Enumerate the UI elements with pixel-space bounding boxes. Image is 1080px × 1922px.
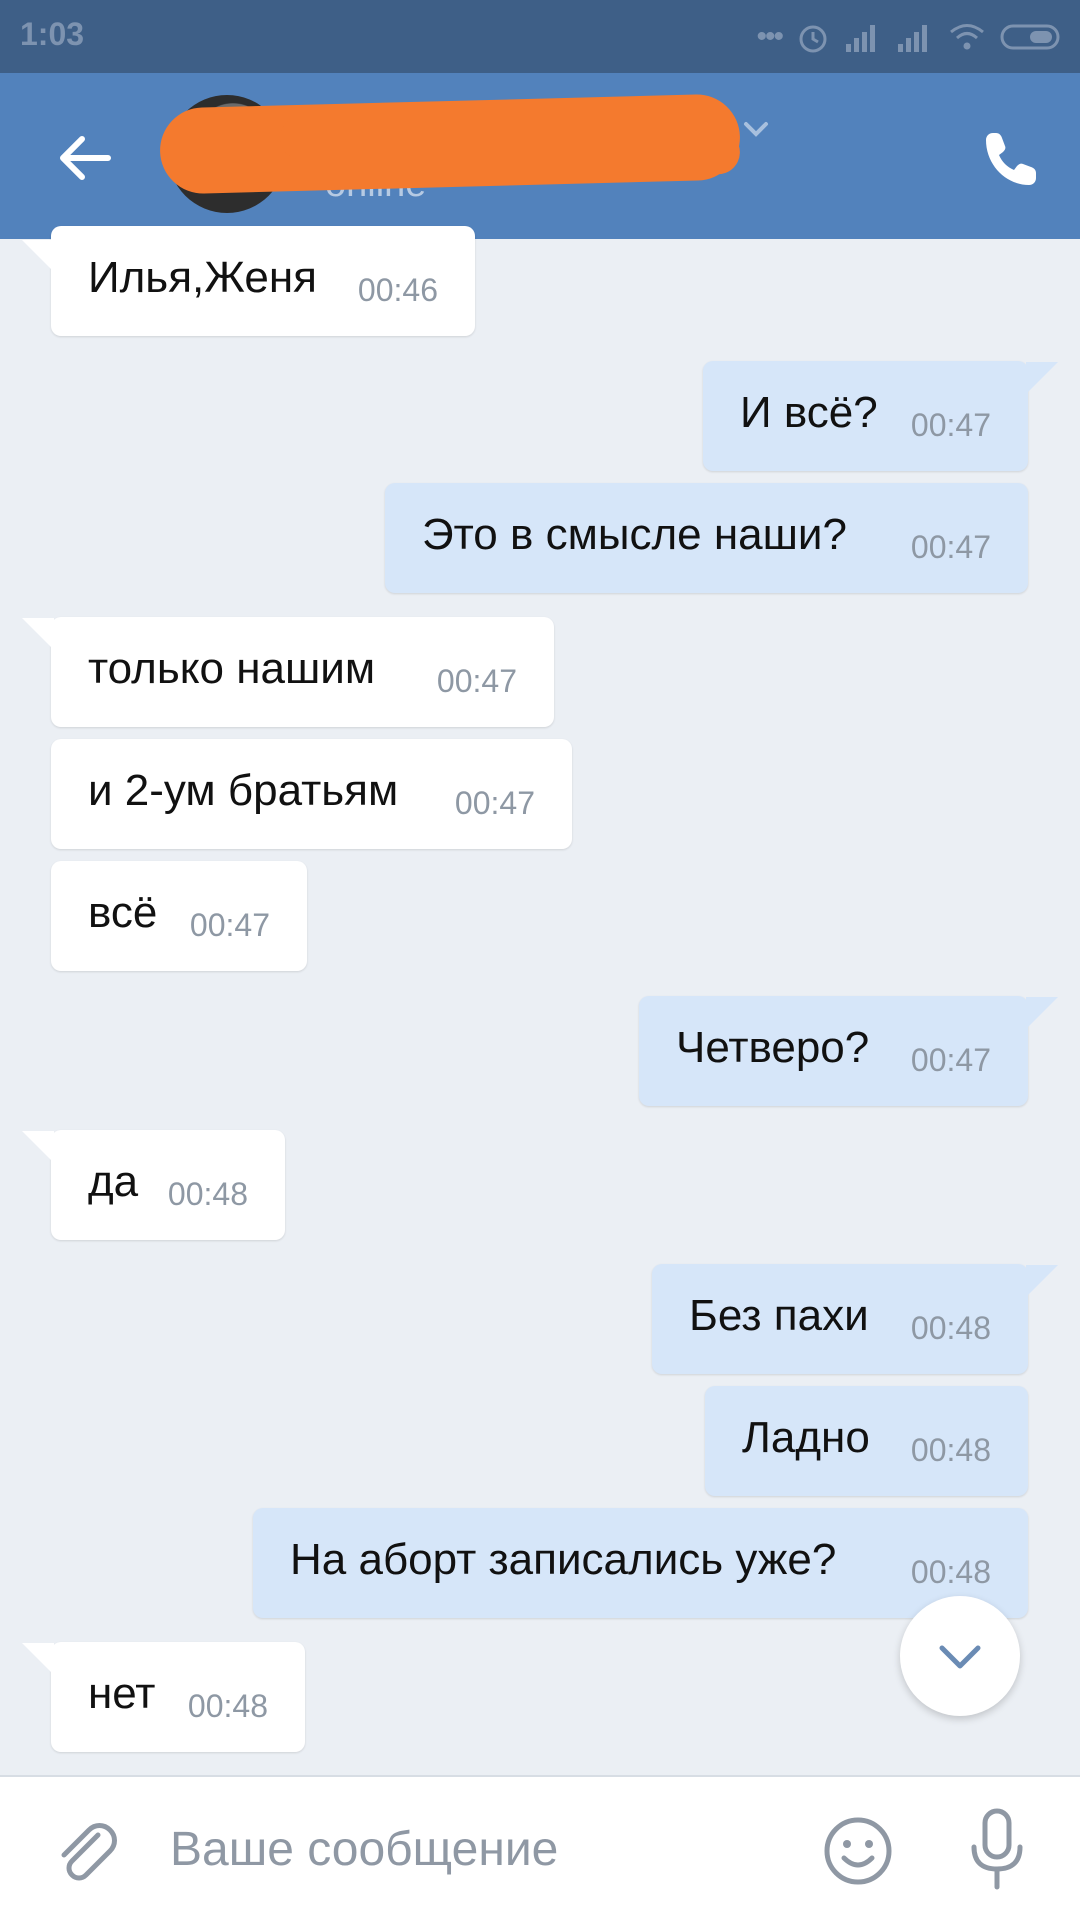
message-outgoing[interactable]: Четверо? 00:47 — [639, 996, 1028, 1106]
message-text: да — [88, 1157, 139, 1206]
status-time: 1:03 — [20, 16, 85, 52]
arrow-left-icon[interactable] — [50, 123, 120, 193]
chevron-down-icon — [939, 1645, 981, 1669]
bubble-tail — [1026, 362, 1058, 394]
message-time: 00:47 — [910, 1042, 991, 1078]
message-text: и 2-ум братьям — [88, 766, 399, 815]
bubble-tail — [22, 618, 54, 650]
message-time: 00:47 — [189, 907, 270, 943]
message-outgoing[interactable]: Ладно 00:48 — [705, 1386, 1028, 1496]
message-time: 00:46 — [357, 272, 438, 308]
message-input[interactable]: Ваше сообщение — [170, 1815, 790, 1885]
message-text: Без пахи — [689, 1291, 869, 1340]
message-time: 00:48 — [910, 1310, 991, 1346]
bubble-tail — [22, 240, 54, 272]
message-time: 00:47 — [910, 529, 991, 565]
signal-icon-2 — [898, 25, 927, 52]
signal-icon — [846, 25, 875, 52]
chat-header: online — [0, 73, 1080, 239]
message-incoming[interactable]: всё 00:47 — [51, 861, 307, 971]
message-incoming[interactable]: нет 00:48 — [51, 1642, 305, 1752]
message-incoming[interactable]: и 2-ум братьям 00:47 — [51, 739, 572, 849]
message-outgoing[interactable]: На аборт записались уже? 00:48 — [253, 1508, 1028, 1618]
message-text: Это в смысле наши? — [422, 510, 847, 559]
message-incoming[interactable]: Илья,Женя 00:46 — [51, 226, 475, 336]
status-icons: ••• — [756, 18, 1064, 56]
message-composer: Ваше сообщение — [0, 1775, 1080, 1922]
message-time: 00:48 — [910, 1554, 991, 1590]
smile-icon[interactable] — [822, 1815, 894, 1887]
more-dots-icon: ••• — [756, 20, 783, 53]
message-time: 00:48 — [910, 1432, 991, 1468]
message-text: На аборт записались уже? — [290, 1535, 837, 1584]
message-text: нет — [88, 1669, 156, 1718]
message-time: 00:47 — [454, 785, 535, 821]
wifi-icon — [950, 24, 984, 50]
battery-icon — [1000, 24, 1060, 50]
message-outgoing[interactable]: Без пахи 00:48 — [652, 1264, 1028, 1374]
message-text: И всё? — [740, 388, 878, 437]
alarm-icon — [799, 25, 827, 53]
bubble-tail — [1026, 997, 1058, 1029]
message-outgoing[interactable]: Это в смысле наши? 00:47 — [385, 483, 1028, 593]
message-incoming[interactable]: да 00:48 — [51, 1130, 285, 1240]
bubble-tail — [22, 1643, 54, 1675]
bubble-tail — [22, 1131, 54, 1163]
message-text: Ладно — [742, 1413, 870, 1462]
message-incoming[interactable]: только нашим 00:47 — [51, 617, 554, 727]
message-time: 00:48 — [167, 1176, 248, 1212]
message-text: Четверо? — [676, 1023, 870, 1072]
bubble-tail — [1026, 1265, 1058, 1297]
message-text: Илья,Женя — [88, 253, 317, 302]
chevron-down-icon[interactable] — [740, 113, 772, 145]
message-text: всё — [88, 888, 158, 937]
paperclip-icon[interactable] — [50, 1817, 120, 1887]
message-text: только нашим — [88, 644, 376, 693]
message-time: 00:47 — [910, 407, 991, 443]
microphone-icon[interactable] — [962, 1807, 1032, 1895]
status-bar: 1:03 ••• — [0, 0, 1080, 73]
scroll-down-button[interactable] — [900, 1596, 1020, 1716]
message-time: 00:48 — [187, 1688, 268, 1724]
phone-icon[interactable] — [976, 125, 1046, 195]
message-outgoing[interactable]: И всё? 00:47 — [703, 361, 1028, 471]
message-time: 00:47 — [436, 663, 517, 699]
